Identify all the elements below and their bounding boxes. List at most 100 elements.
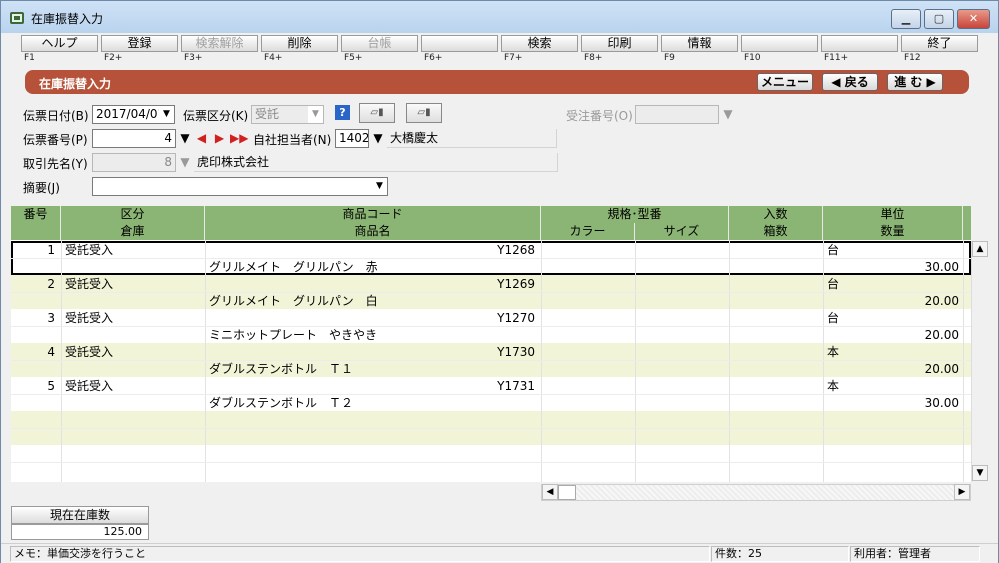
col-header: 商品コード bbox=[205, 206, 541, 223]
f10-button[interactable] bbox=[741, 35, 818, 52]
partner-code-field[interactable]: 8 bbox=[92, 153, 176, 172]
row-kubun: 受託受入 bbox=[65, 243, 114, 257]
slip-no-label: 伝票番号(P) bbox=[23, 133, 88, 147]
horizontal-scrollbar[interactable]: ◀ ▶ bbox=[541, 484, 971, 501]
fkey-f7: 検索 F7+ bbox=[501, 35, 579, 65]
screen-header: 在庫振替入力 メニュー ◀ 戻る 進 む ▶ bbox=[25, 70, 969, 94]
prev-icon[interactable]: ◀ bbox=[194, 129, 209, 148]
grid-line bbox=[61, 240, 62, 482]
row-qty: 20.00 bbox=[924, 294, 959, 308]
col-header: サイズ bbox=[635, 223, 729, 240]
col-header: 商品名 bbox=[205, 223, 541, 240]
row-unit: 台 bbox=[827, 277, 840, 291]
filter-icon[interactable]: ▼ bbox=[177, 129, 193, 148]
f11-button[interactable] bbox=[821, 35, 898, 52]
title-bar: 在庫振替入力 ▁ ▢ ✕ bbox=[1, 1, 998, 33]
row-kubun: 受託受入 bbox=[65, 277, 114, 291]
fkey-label: F8+ bbox=[584, 53, 603, 63]
col-header: 箱数 bbox=[729, 223, 823, 240]
fkey-label: F12 bbox=[904, 53, 921, 63]
row-unit: 台 bbox=[827, 311, 840, 325]
filter-icon[interactable]: ▼ bbox=[177, 153, 193, 172]
grid-line bbox=[11, 292, 971, 293]
f6-button[interactable] bbox=[421, 35, 498, 52]
search-button[interactable]: 検索 bbox=[501, 35, 578, 52]
note-icon[interactable]: ▱▮ bbox=[406, 103, 442, 123]
clear-search-button[interactable]: 検索解除 bbox=[181, 35, 258, 52]
close-button[interactable]: ✕ bbox=[957, 9, 990, 29]
row-qty: 20.00 bbox=[924, 362, 959, 376]
slip-date-field[interactable]: 2017/04/01 bbox=[92, 105, 160, 124]
col-header: 入数 bbox=[729, 206, 823, 223]
slip-date-label: 伝票日付(B) bbox=[23, 109, 89, 123]
scroll-right-icon[interactable]: ▶ bbox=[954, 484, 970, 500]
row-no: 4 bbox=[47, 345, 55, 359]
help-button[interactable]: ヘルプ bbox=[21, 35, 98, 52]
row-unit: 本 bbox=[827, 345, 840, 359]
staff-code-field[interactable]: 1402 bbox=[335, 129, 369, 148]
grid-line bbox=[541, 240, 542, 482]
window-title: 在庫振替入力 bbox=[31, 12, 104, 26]
scroll-up-icon[interactable]: ▲ bbox=[972, 241, 988, 257]
status-user: 利用者：管理者 bbox=[850, 546, 980, 562]
partner-name: 虎印株式会社 bbox=[194, 153, 558, 172]
scroll-down-icon[interactable]: ▼ bbox=[972, 465, 988, 481]
scroll-thumb[interactable] bbox=[558, 485, 576, 500]
next-icon[interactable]: ▶ bbox=[212, 129, 227, 148]
fkey-f10: F10 bbox=[741, 35, 819, 65]
summary-select[interactable] bbox=[92, 177, 373, 196]
help-icon[interactable]: ? bbox=[335, 105, 350, 120]
row-code: Y1268 bbox=[497, 243, 535, 257]
col-header: 規格･型番 bbox=[541, 206, 729, 223]
row-name: グリルメイト グリルパン 赤 bbox=[209, 260, 378, 274]
next-button[interactable]: 進 む ▶ bbox=[887, 73, 943, 91]
current-stock-button[interactable]: 現在在庫数 bbox=[11, 506, 149, 524]
filter-icon[interactable]: ▼ bbox=[720, 105, 736, 124]
vertical-scrollbar[interactable]: ▲ ▼ bbox=[971, 241, 988, 482]
chevron-down-icon[interactable]: ▼ bbox=[308, 105, 324, 124]
fkey-f2: 登録 F2+ bbox=[101, 35, 179, 65]
fkey-f5: 台帳 F5+ bbox=[341, 35, 419, 65]
note-icon[interactable]: ▱▮ bbox=[359, 103, 395, 123]
info-button[interactable]: 情報 bbox=[661, 35, 738, 52]
scroll-left-icon[interactable]: ◀ bbox=[542, 484, 558, 500]
fkey-label: F3+ bbox=[184, 53, 203, 63]
grid-line bbox=[11, 428, 971, 429]
order-no-label: 受注番号(O) bbox=[566, 109, 633, 123]
staff-label: 自社担当者(N) bbox=[253, 133, 332, 147]
fkey-f3: 検索解除 F3+ bbox=[181, 35, 259, 65]
row-qty: 30.00 bbox=[924, 396, 959, 410]
row-unit: 本 bbox=[827, 379, 840, 393]
order-no-field[interactable] bbox=[635, 105, 719, 124]
back-button[interactable]: ◀ 戻る bbox=[822, 73, 878, 91]
delete-button[interactable]: 削除 bbox=[261, 35, 338, 52]
print-button[interactable]: 印刷 bbox=[581, 35, 658, 52]
row-unit: 台 bbox=[827, 243, 840, 257]
status-bar: メモ：単価交渉を行うこと 件数：25 利用者：管理者 bbox=[1, 543, 998, 563]
fkey-label: F1 bbox=[24, 53, 35, 63]
fkey-label: F7+ bbox=[504, 53, 523, 63]
row-no: 2 bbox=[47, 277, 55, 291]
current-stock-value: 125.00 bbox=[11, 524, 149, 540]
chevron-down-icon[interactable]: ▼ bbox=[159, 105, 175, 124]
maximize-button[interactable]: ▢ bbox=[924, 9, 954, 29]
minimize-button[interactable]: ▁ bbox=[891, 9, 921, 29]
grid-line bbox=[11, 462, 971, 463]
last-icon[interactable]: ▶▶ bbox=[230, 129, 248, 148]
slip-type-select[interactable]: 受託 bbox=[251, 105, 309, 124]
ledger-button[interactable]: 台帳 bbox=[341, 35, 418, 52]
menu-button[interactable]: メニュー bbox=[757, 73, 813, 91]
chevron-down-icon[interactable]: ▼ bbox=[372, 177, 388, 196]
status-memo: メモ：単価交渉を行うこと bbox=[10, 546, 710, 562]
exit-button[interactable]: 終了 bbox=[901, 35, 978, 52]
register-button[interactable]: 登録 bbox=[101, 35, 178, 52]
fkey-f6: F6+ bbox=[421, 35, 499, 65]
row-name: グリルメイト グリルパン 白 bbox=[209, 294, 378, 308]
grid-header-row: 倉庫 商品名 カラー サイズ 箱数 数量 bbox=[11, 223, 971, 240]
status-count: 件数：25 bbox=[711, 546, 849, 562]
fkey-f8: 印刷 F8+ bbox=[581, 35, 659, 65]
row-qty: 30.00 bbox=[924, 260, 959, 274]
filter-icon[interactable]: ▼ bbox=[370, 129, 386, 148]
fkey-label: F9 bbox=[664, 53, 675, 63]
slip-no-field[interactable]: 4 bbox=[92, 129, 176, 148]
